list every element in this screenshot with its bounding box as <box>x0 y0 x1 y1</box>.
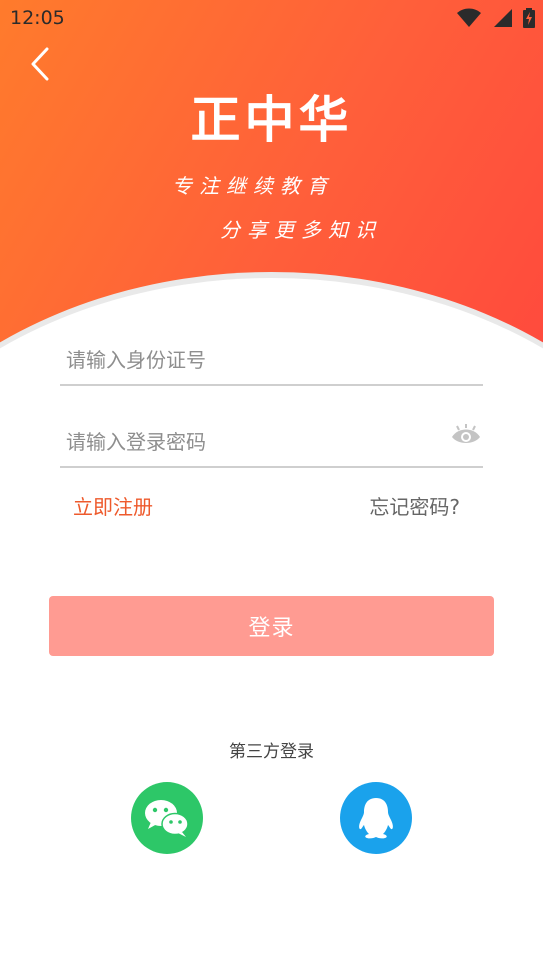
qq-icon <box>359 798 393 839</box>
brand-logo-text: 正中华 <box>190 90 353 149</box>
chevron-left-icon <box>31 47 49 81</box>
battery-icon <box>523 8 535 28</box>
signal-icon <box>493 9 512 27</box>
wechat-login-button[interactable] <box>131 782 203 854</box>
forgot-password-link[interactable]: 忘记密码? <box>369 491 460 520</box>
login-button[interactable]: 登录 <box>49 596 494 656</box>
toggle-password-visibility-button[interactable] <box>449 418 483 452</box>
register-link[interactable]: 立即注册 <box>73 491 153 520</box>
wechat-icon <box>145 800 189 837</box>
header-banner: 12:05 正中华 专注继续教育 分享更多知识 <box>0 0 543 360</box>
id-number-input[interactable] <box>66 340 446 380</box>
status-icons <box>451 8 535 28</box>
status-time: 12:05 <box>10 7 65 29</box>
back-button[interactable] <box>22 46 58 82</box>
eye-icon <box>452 424 480 443</box>
slogan-line-1: 专注继续教育 <box>172 174 334 198</box>
status-bar: 12:05 <box>0 0 543 36</box>
password-field <box>60 422 483 468</box>
password-input[interactable] <box>66 422 446 462</box>
slogan-line-2: 分享更多知识 <box>220 218 382 242</box>
id-number-field <box>60 340 483 386</box>
qq-login-button[interactable] <box>340 782 412 854</box>
third-party-login-title: 第三方登录 <box>229 742 314 762</box>
wifi-icon <box>456 8 481 27</box>
